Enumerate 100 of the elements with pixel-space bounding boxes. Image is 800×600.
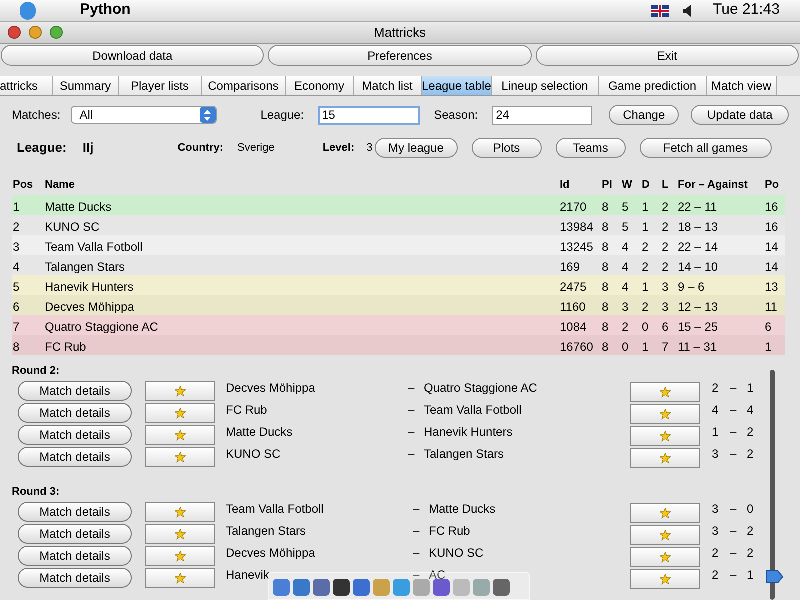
star-button[interactable]	[630, 448, 700, 468]
table-row[interactable]: 7 Quatro Staggione AC 1084 8 2 0 6 15 – 25 6	[12, 315, 785, 335]
column-header[interactable]: Pos	[13, 177, 34, 194]
match-details-button[interactable]: Match details	[18, 381, 132, 401]
table-cell-text: 15 – 25	[678, 319, 718, 336]
table-row[interactable]: 1 Matte Ducks 2170 8 5 1 2 22 – 11 16	[12, 195, 785, 215]
home-team: Team Valla Fotboll	[226, 501, 324, 518]
matches-dropdown[interactable]: All	[70, 106, 217, 124]
table-cell-text: Matte Ducks	[45, 199, 112, 216]
star-button[interactable]	[630, 426, 700, 446]
match-details-button[interactable]: Match details	[18, 502, 132, 522]
away-team: KUNO SC	[429, 545, 484, 562]
vs-dash: –	[408, 380, 415, 397]
action-button[interactable]: Plots	[472, 138, 542, 158]
star-button[interactable]	[145, 403, 215, 423]
star-button[interactable]	[145, 546, 215, 566]
zoom-button[interactable]	[50, 26, 63, 39]
menu-clock[interactable]: Tue 21:43	[713, 0, 780, 22]
star-button[interactable]	[630, 503, 700, 523]
star-button[interactable]	[630, 547, 700, 567]
table-cell-text: 2475	[560, 279, 587, 296]
tab[interactable]: Lineup selection	[492, 76, 599, 95]
table-row[interactable]: 5 Hanevik Hunters 2475 8 4 1 3 9 – 6 13	[12, 275, 785, 295]
tab[interactable]: Economy	[286, 76, 354, 95]
tab[interactable]: League table	[422, 76, 492, 95]
scrollbar-thumb[interactable]	[770, 370, 775, 600]
toolbar-button[interactable]: Exit	[536, 45, 799, 66]
column-header[interactable]: Pl	[602, 177, 612, 194]
country-value: Sverige	[238, 140, 275, 156]
action-button[interactable]: My league	[374, 138, 458, 158]
tab[interactable]: Comparisons	[202, 76, 286, 95]
table-cell-text: 18 – 13	[678, 219, 718, 236]
table-row[interactable]: 6 Decves Möhippa 1160 8 3 2 3 12 – 13 11	[12, 295, 785, 315]
star-button[interactable]	[630, 382, 700, 402]
table-cell-text: 2	[642, 299, 649, 316]
table-row[interactable]: 3 Team Valla Fotboll 13245 8 4 2 2 22 – 14 14	[12, 235, 785, 255]
vs-dash: –	[408, 446, 415, 463]
match-details-button[interactable]: Match details	[18, 403, 132, 423]
away-team: Talangen Stars	[424, 446, 504, 463]
table-cell-text: Team Valla Fotboll	[45, 239, 143, 256]
away-team: Matte Ducks	[429, 501, 496, 518]
table-cell-text: 3	[662, 299, 669, 316]
action-button[interactable]: Update data	[691, 105, 790, 125]
column-header[interactable]: For – Against	[678, 177, 748, 194]
star-icon	[660, 552, 670, 562]
column-header[interactable]: L	[662, 177, 669, 194]
league-input[interactable]: 15	[318, 106, 420, 124]
home-team: FC Rub	[226, 402, 268, 419]
menu-app-name[interactable]: Python	[80, 0, 131, 22]
column-header[interactable]: Po	[765, 177, 780, 194]
table-cell-text: 8	[602, 319, 609, 336]
level-label: Level:	[322, 140, 355, 156]
star-button[interactable]	[145, 502, 215, 522]
star-button[interactable]	[145, 447, 215, 467]
tab[interactable]: Match view	[707, 76, 777, 95]
vs-dash: –	[413, 545, 420, 562]
table-cell-text: 3	[662, 279, 669, 296]
arrow-right-icon[interactable]	[766, 569, 784, 585]
table-cell-text: FC Rub	[45, 339, 86, 356]
match-details-button[interactable]: Match details	[18, 425, 132, 445]
tab[interactable]: Summary	[53, 76, 119, 95]
toolbar-button[interactable]: Preferences	[268, 45, 532, 66]
column-header[interactable]: D	[642, 177, 650, 194]
column-header[interactable]: W	[622, 177, 632, 194]
tab[interactable]: attricks	[0, 76, 53, 95]
star-button[interactable]	[145, 568, 215, 588]
home-team: Matte Ducks	[226, 424, 293, 441]
column-header[interactable]: Id	[560, 177, 570, 194]
speaker-icon[interactable]	[683, 4, 693, 16]
star-button[interactable]	[630, 569, 700, 589]
table-cell-text: 8	[602, 299, 609, 316]
star-button[interactable]	[145, 425, 215, 445]
match-details-button[interactable]: Match details	[18, 447, 132, 467]
column-header[interactable]: Name	[45, 177, 75, 194]
flag-icon[interactable]	[651, 4, 669, 16]
table-cell-text: 2	[662, 219, 669, 236]
action-button[interactable]: Teams	[556, 138, 626, 158]
match-details-button[interactable]: Match details	[18, 568, 132, 588]
table-cell-text: 5	[13, 279, 20, 296]
star-button[interactable]	[630, 404, 700, 424]
season-input[interactable]: 24	[492, 106, 592, 124]
away-team: Hanevik Hunters	[424, 424, 513, 441]
table-cell-text: 14	[765, 239, 778, 256]
score: 2	[747, 545, 754, 562]
table-row[interactable]: 8 FC Rub 16760 8 0 1 7 11 – 31 1	[12, 335, 785, 355]
tab[interactable]: Match list	[354, 76, 422, 95]
minimize-button[interactable]	[29, 26, 42, 39]
star-button[interactable]	[145, 524, 215, 544]
star-icon	[174, 528, 186, 540]
tab[interactable]: Player lists	[119, 76, 202, 95]
action-button[interactable]: Fetch all games	[640, 138, 772, 158]
action-button[interactable]: Change	[609, 105, 680, 125]
close-button[interactable]	[8, 26, 21, 39]
country-label: Country:	[178, 140, 224, 156]
star-button[interactable]	[145, 381, 215, 401]
star-button[interactable]	[630, 525, 700, 545]
match-details-button[interactable]: Match details	[18, 546, 132, 566]
tab[interactable]: Game prediction	[599, 76, 707, 95]
toolbar-button[interactable]: Download data	[1, 45, 264, 66]
match-details-button[interactable]: Match details	[18, 524, 132, 544]
